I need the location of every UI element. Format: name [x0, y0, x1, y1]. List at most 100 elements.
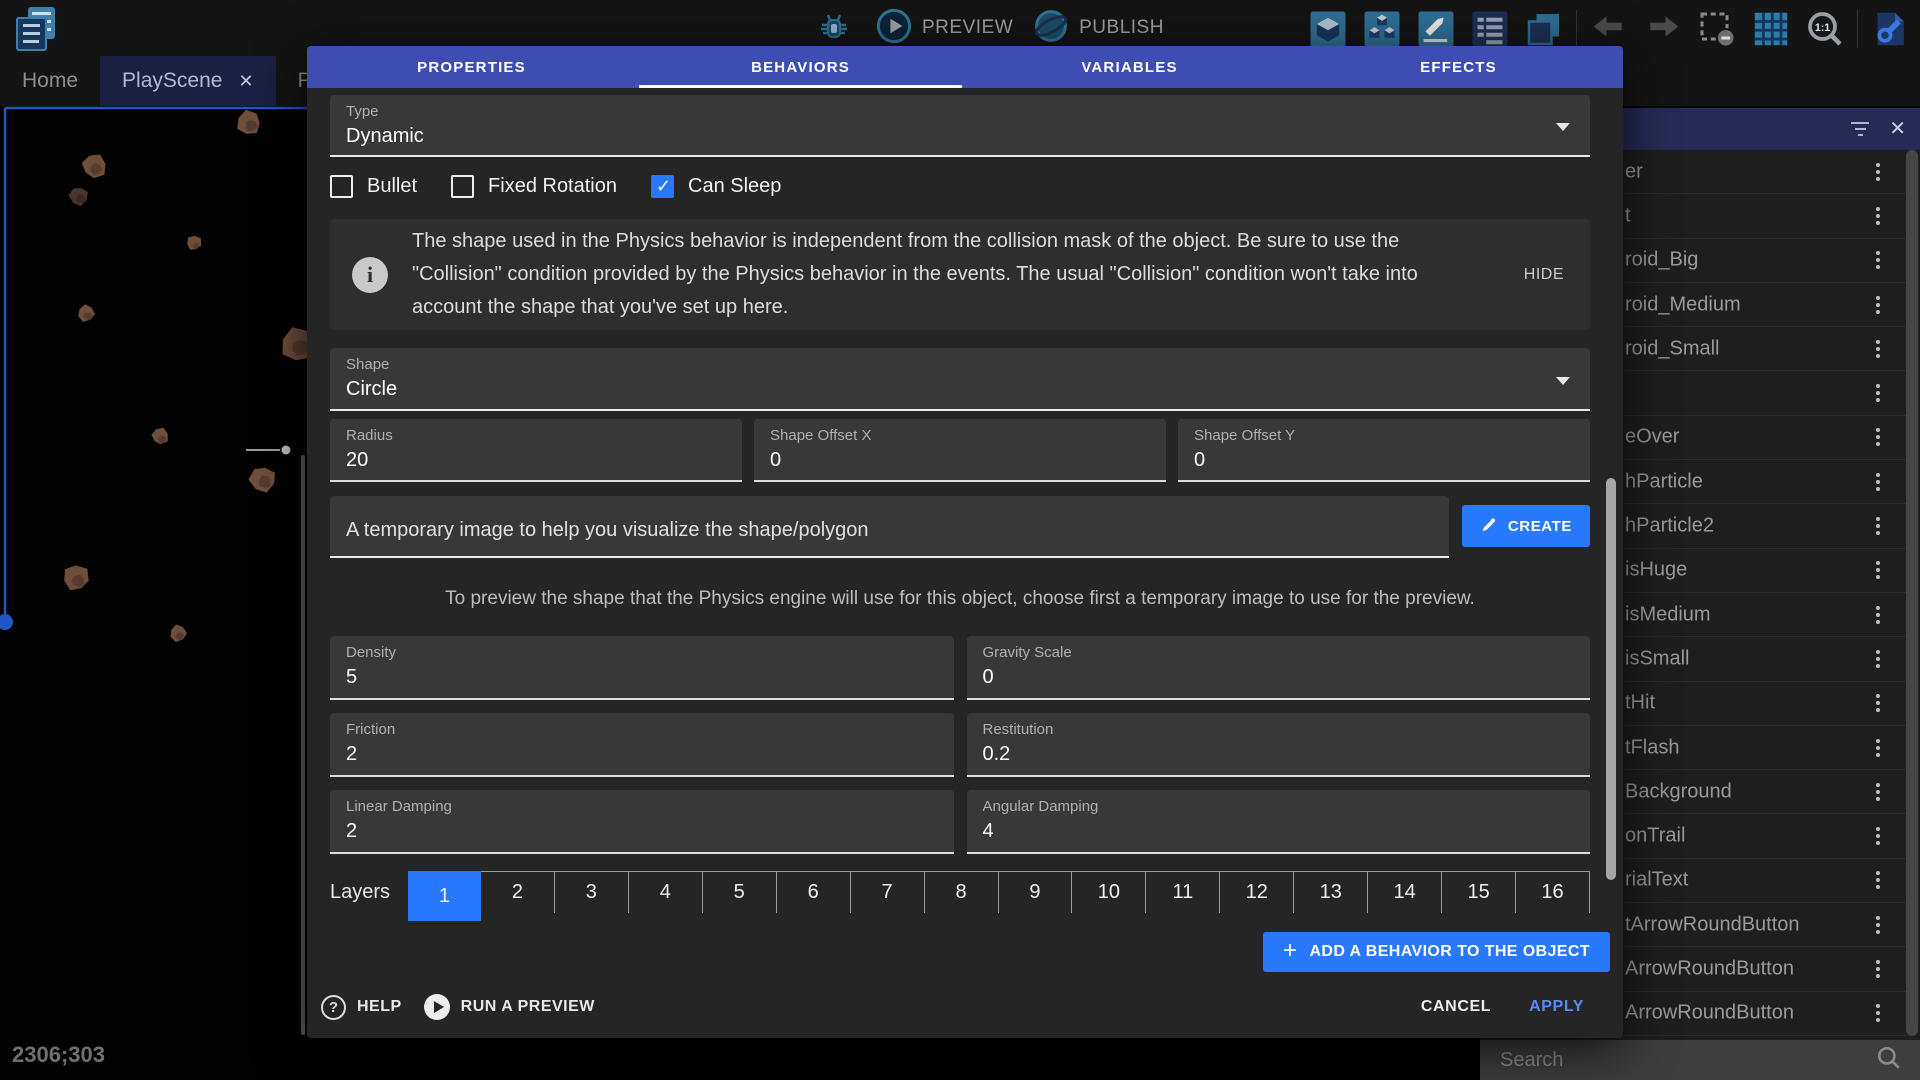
- layer-cell-6[interactable]: 6: [776, 871, 850, 913]
- dialog-tab-behaviors[interactable]: BEHAVIORS: [636, 46, 965, 88]
- layer-cell-10[interactable]: 10: [1071, 871, 1145, 913]
- layer-cell-13[interactable]: 13: [1293, 871, 1367, 913]
- kebab-menu-icon[interactable]: [1876, 517, 1880, 535]
- panel-scrollbar[interactable]: [1906, 150, 1918, 1036]
- kebab-menu-icon[interactable]: [1876, 650, 1880, 668]
- project-manager-icon[interactable]: [10, 4, 60, 54]
- kebab-menu-icon[interactable]: [1876, 561, 1880, 579]
- kebab-menu-icon[interactable]: [1876, 1004, 1880, 1022]
- search-input[interactable]: Search: [1500, 1049, 1876, 1072]
- dialog-tab-properties[interactable]: PROPERTIES: [307, 46, 636, 88]
- kebab-menu-icon[interactable]: [1876, 207, 1880, 225]
- apply-button[interactable]: APPLY: [1521, 990, 1592, 1024]
- restitution-field[interactable]: Restitution0.2: [967, 713, 1591, 777]
- layer-cell-12[interactable]: 12: [1219, 871, 1293, 913]
- kebab-menu-icon[interactable]: [1876, 340, 1880, 358]
- kebab-menu-icon[interactable]: [1876, 606, 1880, 624]
- layer-cell-9[interactable]: 9: [998, 871, 1072, 913]
- behavior-dialog: PROPERTIESBEHAVIORSVARIABLESEFFECTS Type…: [307, 46, 1623, 1038]
- create-button[interactable]: CREATE: [1462, 505, 1590, 547]
- angular-damping-field[interactable]: Angular Damping4: [967, 790, 1591, 854]
- kebab-menu-icon[interactable]: [1876, 384, 1880, 402]
- hide-button[interactable]: HIDE: [1516, 258, 1572, 292]
- object-name: hParticle2: [1625, 515, 1714, 538]
- field-label: Shape Offset X: [770, 427, 1150, 444]
- field-label: Radius: [346, 427, 726, 444]
- layer-cell-8[interactable]: 8: [924, 871, 998, 913]
- kebab-menu-icon[interactable]: [1876, 296, 1880, 314]
- grid-icon[interactable]: [1749, 7, 1793, 51]
- objects-editor-icon[interactable]: [1306, 7, 1350, 51]
- editor-tab-playscene[interactable]: PlayScene✕: [100, 56, 276, 106]
- shape-select[interactable]: Shape Circle: [330, 348, 1590, 411]
- redo-icon[interactable]: [1641, 7, 1685, 51]
- dialog-tab-effects[interactable]: EFFECTS: [1294, 46, 1623, 88]
- layer-cell-3[interactable]: 3: [554, 871, 628, 913]
- gravity-scale-field[interactable]: Gravity Scale0: [967, 636, 1591, 700]
- bullet-checkbox[interactable]: Bullet: [330, 175, 417, 198]
- kebab-menu-icon[interactable]: [1876, 916, 1880, 934]
- scene-properties-icon[interactable]: [1868, 7, 1912, 51]
- field-label: Density: [346, 644, 938, 661]
- type-select[interactable]: Type Dynamic: [330, 95, 1590, 157]
- close-panel-icon[interactable]: ✕: [1889, 119, 1906, 139]
- kebab-menu-icon[interactable]: [1876, 871, 1880, 889]
- layer-cell-7[interactable]: 7: [850, 871, 924, 913]
- instances-list-icon[interactable]: [1468, 7, 1512, 51]
- kebab-menu-icon[interactable]: [1876, 783, 1880, 801]
- kebab-menu-icon[interactable]: [1876, 251, 1880, 269]
- layer-cell-2[interactable]: 2: [481, 871, 554, 913]
- kebab-menu-icon[interactable]: [1876, 960, 1880, 978]
- dialog-scrollbar[interactable]: [1606, 478, 1616, 880]
- kebab-menu-icon[interactable]: [1876, 473, 1880, 491]
- kebab-menu-icon[interactable]: [1876, 163, 1880, 181]
- editor-tab-home[interactable]: Home: [0, 56, 100, 106]
- deselect-icon[interactable]: [1695, 7, 1739, 51]
- shape-value: Circle: [346, 378, 1574, 401]
- publish-button[interactable]: PUBLISH: [1033, 8, 1164, 49]
- friction-field[interactable]: Friction2: [330, 713, 954, 777]
- properties-editor-icon[interactable]: [1414, 7, 1458, 51]
- run-preview-button[interactable]: RUN A PREVIEW: [424, 994, 595, 1020]
- object-groups-icon[interactable]: [1360, 7, 1404, 51]
- scene-scrollbar[interactable]: [301, 455, 305, 1035]
- can-sleep-checkbox[interactable]: Can Sleep: [651, 175, 781, 198]
- dialog-tab-variables[interactable]: VARIABLES: [965, 46, 1294, 88]
- add-behavior-button[interactable]: + ADD A BEHAVIOR TO THE OBJECT: [1263, 932, 1610, 972]
- preview-button[interactable]: PREVIEW: [876, 8, 1013, 49]
- help-button[interactable]: ? HELP: [321, 995, 402, 1020]
- layer-cell-14[interactable]: 14: [1367, 871, 1441, 913]
- layer-cell-11[interactable]: 11: [1145, 871, 1219, 913]
- fixed-rotation-checkbox[interactable]: Fixed Rotation: [451, 175, 617, 198]
- object-name: onTrail: [1625, 825, 1685, 848]
- density-field[interactable]: Density5: [330, 636, 954, 700]
- layers-editor-icon[interactable]: [1522, 7, 1566, 51]
- layer-cell-15[interactable]: 15: [1441, 871, 1515, 913]
- instance-marker-dot[interactable]: [282, 446, 291, 455]
- checkbox-icon: [330, 175, 353, 198]
- shape-offset-y-field[interactable]: Shape Offset Y0: [1178, 419, 1590, 482]
- shape-offset-x-field[interactable]: Shape Offset X0: [754, 419, 1166, 482]
- kebab-menu-icon[interactable]: [1876, 739, 1880, 757]
- layer-cell-16[interactable]: 16: [1515, 871, 1590, 913]
- layer-cell-4[interactable]: 4: [628, 871, 702, 913]
- field-label: Friction: [346, 721, 938, 738]
- layer-cell-5[interactable]: 5: [702, 871, 776, 913]
- layer-cell-1[interactable]: 1: [408, 871, 481, 921]
- debug-icon[interactable]: [812, 6, 856, 50]
- filter-icon[interactable]: [1851, 122, 1869, 136]
- undo-icon[interactable]: [1587, 7, 1631, 51]
- cancel-button[interactable]: CANCEL: [1413, 990, 1499, 1024]
- kebab-menu-icon[interactable]: [1876, 827, 1880, 845]
- zoom-1-1-icon[interactable]: 1:1: [1803, 7, 1847, 51]
- linear-damping-field[interactable]: Linear Damping2: [330, 790, 954, 854]
- close-tab-icon[interactable]: ✕: [238, 71, 253, 92]
- radius-field[interactable]: Radius20: [330, 419, 742, 482]
- object-name: roid_Small: [1625, 337, 1719, 360]
- temp-image-field[interactable]: A temporary image to help you visualize …: [330, 496, 1449, 558]
- object-name: isSmall: [1625, 647, 1689, 670]
- kebab-menu-icon[interactable]: [1876, 428, 1880, 446]
- selection-handle[interactable]: [0, 614, 13, 630]
- kebab-menu-icon[interactable]: [1876, 694, 1880, 712]
- create-label: CREATE: [1508, 518, 1572, 535]
